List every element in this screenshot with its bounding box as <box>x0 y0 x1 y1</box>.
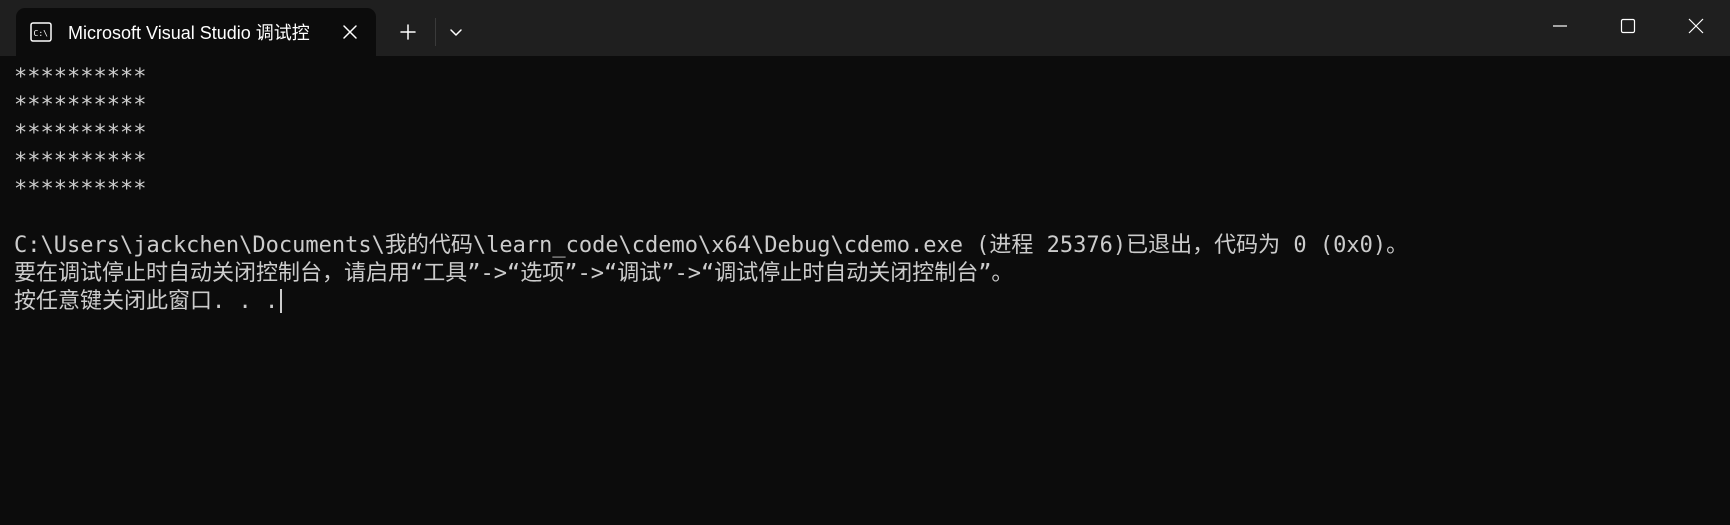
terminal-window: C:\ Microsoft Visual Studio 调试控 ********… <box>0 0 1730 525</box>
svg-text:C:\: C:\ <box>34 29 49 38</box>
chevron-down-icon <box>450 29 462 36</box>
console-output[interactable]: ********** ********** ********** *******… <box>0 56 1730 525</box>
maximize-button[interactable] <box>1594 0 1662 52</box>
console-line: ********** <box>14 65 147 90</box>
text-cursor <box>280 289 283 313</box>
tab-debug-console[interactable]: C:\ Microsoft Visual Studio 调试控 <box>16 8 376 56</box>
tab-dropdown-button[interactable] <box>438 14 474 50</box>
console-line: ********** <box>14 177 147 202</box>
toolbar-divider <box>435 18 436 46</box>
console-line: ********** <box>14 121 147 146</box>
close-window-button[interactable] <box>1662 0 1730 52</box>
console-app-icon: C:\ <box>30 22 52 42</box>
tab-title: Microsoft Visual Studio 调试控 <box>68 23 310 43</box>
close-icon <box>1688 18 1704 34</box>
tip-message-line: 要在调试停止时自动关闭控制台，请启用“工具”->“选项”->“调试”->“调试停… <box>14 261 1014 286</box>
console-line: ********** <box>14 93 147 118</box>
exit-message-line: C:\Users\jackchen\Documents\我的代码\learn_c… <box>14 233 1409 258</box>
console-line: ********** <box>14 149 147 174</box>
prompt-line: 按任意键关闭此窗口. . . <box>14 288 283 316</box>
maximize-icon <box>1620 18 1636 34</box>
plus-icon <box>400 24 416 40</box>
close-tab-icon[interactable] <box>340 22 360 42</box>
prompt-text: 按任意键关闭此窗口. . . <box>14 289 279 314</box>
minimize-button[interactable] <box>1526 0 1594 52</box>
new-tab-button[interactable] <box>390 14 426 50</box>
title-bar[interactable]: C:\ Microsoft Visual Studio 调试控 <box>0 0 1730 56</box>
minimize-icon <box>1553 25 1567 27</box>
